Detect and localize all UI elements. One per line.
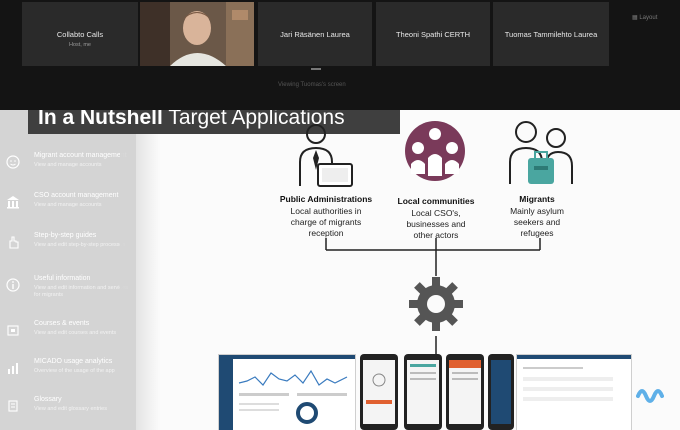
- group-title-migrants: Migrants: [519, 194, 555, 204]
- layout-control[interactable]: ▦ Layout: [632, 14, 657, 21]
- shared-slide: Migrant account management View and mana…: [0, 110, 680, 430]
- participant-tile-host[interactable]: Collabto Calls Host, me: [22, 2, 138, 66]
- sidebar-item-title: CSO account management: [34, 192, 119, 199]
- sidebar-item-glossary[interactable]: Glossary View and edit glossary entries: [0, 396, 136, 430]
- group-desc-local-communities: Local CSO's, businesses and other actors: [386, 208, 486, 241]
- public-administration-icon: [299, 124, 353, 187]
- group-desc-line: businesses and: [406, 219, 466, 229]
- participant-video-feed: [140, 2, 254, 66]
- face-icon: [6, 155, 20, 169]
- local-communities-icon: [405, 121, 465, 181]
- migrant-app-phone-3: [446, 354, 484, 430]
- chart-icon: [8, 363, 18, 374]
- sidebar-item-title: Useful information: [34, 275, 91, 282]
- group-desc-migrants: Mainly asylum seekers and refugees: [492, 206, 582, 239]
- sidebar-item-desc: View and edit courses and events: [34, 330, 117, 336]
- group-title-public-admin: Public Administrations: [279, 194, 373, 204]
- participant-name: Tuomas Tammilehto Laurea: [504, 30, 598, 39]
- group-desc-line: charge of migrants: [290, 217, 362, 227]
- group-desc-line: Local CSO's,: [411, 208, 461, 218]
- hand-icon: [9, 236, 19, 249]
- participant-tile[interactable]: Tuomas Tammilehto Laurea: [493, 2, 609, 66]
- sidebar-item-desc: Overview of the usage of the app: [34, 368, 115, 374]
- sidebar-item-title: Courses & events: [34, 320, 90, 327]
- sidebar-item-desc: View and edit information and services f…: [34, 285, 129, 298]
- info-icon: [6, 278, 20, 292]
- form-preview: [523, 367, 613, 401]
- sidebar-item-title: Migrant account management: [34, 152, 127, 159]
- migrants-icon: [509, 121, 573, 184]
- sidebar-item-analytics[interactable]: MICADO usage analytics Overview of the u…: [0, 358, 136, 396]
- sidebar-item-desc: View and edit glossary entries: [34, 406, 107, 412]
- sidebar-item-cso-accounts[interactable]: CSO account management View and manage a…: [0, 192, 136, 230]
- sidebar-item-courses[interactable]: Courses & events View and edit courses a…: [0, 320, 136, 358]
- group-desc-public-admin: Local authorities in charge of migrants …: [276, 206, 376, 239]
- group-title-local-communities: Local communities: [397, 196, 475, 206]
- cso-app-screenshot: [516, 354, 632, 430]
- sidebar-item-desc: View and manage accounts: [34, 202, 102, 208]
- sidebar-item-desc: View and edit step-by-step processes: [34, 242, 126, 248]
- gear-icon: [409, 277, 463, 331]
- admin-app-screenshot: [218, 354, 356, 430]
- migrant-app-phone-4: [488, 354, 514, 430]
- building-icon: [7, 196, 19, 209]
- sidebar-item-title: Step-by-step guides: [34, 232, 97, 239]
- sidebar-item-desc: View and manage accounts: [34, 162, 102, 168]
- sidebar-item-title: MICADO usage analytics: [34, 358, 113, 365]
- group-desc-line: Mainly asylum: [510, 206, 564, 216]
- participant-name: Jari Räsänen Laurea: [280, 30, 350, 39]
- sidebar-item-title: Glossary: [34, 396, 62, 403]
- migrant-app-phone-2: [404, 354, 442, 430]
- strip-scroll-handle[interactable]: [311, 68, 321, 70]
- participant-tile[interactable]: Jari Räsänen Laurea: [258, 2, 372, 66]
- participant-name: Collabto Calls: [56, 30, 104, 39]
- sidebar-item-useful-info[interactable]: Useful information View and edit informa…: [0, 275, 136, 313]
- app-sidebar: Migrant account management View and mana…: [0, 110, 136, 430]
- sidebar-fade: [120, 110, 160, 430]
- book-icon: [8, 400, 18, 412]
- participant-role: Host, me: [68, 42, 91, 48]
- sidebar-item-guides[interactable]: Step-by-step guides View and edit step-b…: [0, 232, 136, 270]
- analytics-chart-preview: [238, 369, 348, 424]
- participant-video-tile[interactable]: [140, 2, 254, 66]
- migrant-app-phone-1: [360, 354, 398, 430]
- call-participants-strip: Collabto Calls Host, me Jari Räsänen Lau…: [0, 0, 680, 110]
- slide-title-bold: In a Nutshell: [38, 110, 163, 129]
- sharing-label: Viewing Tuomas's screen: [278, 82, 346, 88]
- calendar-icon: [7, 325, 19, 336]
- participant-tile[interactable]: Theoni Spathi CERTH: [376, 2, 490, 66]
- participant-name: Theoni Spathi CERTH: [395, 30, 471, 39]
- group-desc-line: seekers and: [513, 217, 561, 227]
- layout-label: Layout: [639, 15, 658, 21]
- sidebar-item-migrant-accounts[interactable]: Migrant account management View and mana…: [0, 152, 136, 190]
- group-desc-line: Local authorities in: [290, 206, 362, 216]
- webex-logo-icon: [636, 389, 664, 403]
